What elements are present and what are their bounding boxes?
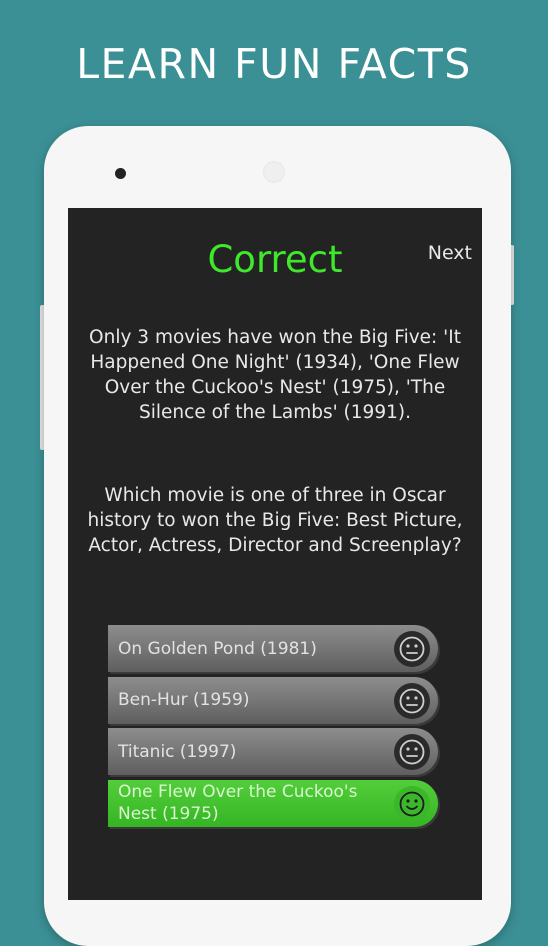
answer-list: On Golden Pond (1981) Ben-Hur (1959) Tit… <box>108 625 438 831</box>
phone-camera-icon <box>115 168 126 179</box>
answer-label: Titanic (1997) <box>118 741 237 762</box>
answer-label: Ben-Hur (1959) <box>118 690 250 710</box>
question-text: Which movie is one of three in Oscar his… <box>87 485 463 556</box>
banner-headline: LEARN FUN FACTS <box>76 40 472 88</box>
answer-option-1[interactable]: On Golden Pond (1981) <box>108 625 438 672</box>
fun-fact-text: Only 3 movies have won the Big Five: 'It… <box>89 327 461 423</box>
answer-label: One Flew Over the Cuckoo's Nest (1975) <box>118 782 358 824</box>
quiz-screen: Correct Next Only 3 movies have won the … <box>68 208 482 900</box>
neutral-face-icon <box>394 631 430 667</box>
answer-option-2[interactable]: Ben-Hur (1959) <box>108 676 438 724</box>
smiley-face-icon <box>394 785 430 822</box>
answer-option-3[interactable]: Titanic (1997) <box>108 728 438 775</box>
answer-option-4-correct[interactable]: One Flew Over the Cuckoo's Nest (1975) <box>108 779 438 827</box>
result-title: Correct <box>207 238 343 281</box>
answer-label: On Golden Pond (1981) <box>118 638 317 659</box>
next-button[interactable]: Next <box>428 242 472 264</box>
phone-sensor-icon <box>263 161 285 183</box>
neutral-face-icon <box>394 734 430 770</box>
neutral-face-icon <box>394 682 430 719</box>
